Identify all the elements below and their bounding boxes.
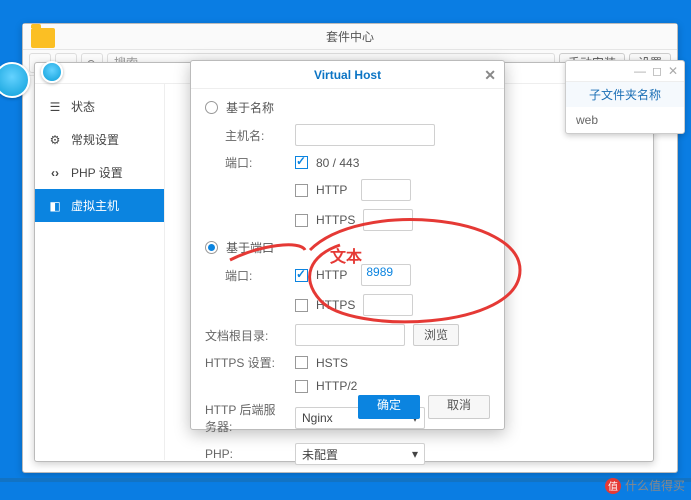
radio-label: 基于端口 bbox=[226, 239, 274, 256]
checkbox-http-port[interactable] bbox=[295, 269, 308, 282]
http-port-input-disabled[interactable] bbox=[361, 179, 411, 201]
label-backend: HTTP 后端服务器: bbox=[205, 401, 287, 435]
http-port-input[interactable]: 8989 bbox=[361, 264, 411, 286]
checkbox-https[interactable] bbox=[295, 214, 308, 227]
minimize-icon[interactable]: — bbox=[634, 64, 646, 78]
taskbar bbox=[0, 478, 691, 482]
checkbox-http[interactable] bbox=[295, 184, 308, 197]
checkbox-http2[interactable] bbox=[295, 380, 308, 393]
label-port: 端口: bbox=[205, 154, 287, 171]
cancel-button[interactable]: 取消 bbox=[428, 395, 490, 419]
dialog-title: Virtual Host ✕ bbox=[191, 61, 504, 89]
watermark: 值 什么值得买 bbox=[605, 477, 685, 494]
label-php: PHP: bbox=[205, 447, 287, 461]
subwindow-header: 子文件夹名称 bbox=[566, 82, 684, 107]
value-80-443: 80 / 443 bbox=[316, 156, 359, 170]
hostname-input[interactable] bbox=[295, 124, 435, 146]
code-icon: ‹› bbox=[47, 165, 63, 181]
list-icon: ☰ bbox=[47, 99, 63, 115]
checkbox-hsts[interactable] bbox=[295, 356, 308, 369]
label-http: HTTP bbox=[316, 183, 347, 197]
label-hostname: 主机名: bbox=[205, 127, 287, 144]
virtual-host-dialog: Virtual Host ✕ 基于名称 主机名: 端口: 80 / 443 HT… bbox=[190, 60, 505, 430]
checkbox-https-port[interactable] bbox=[295, 299, 308, 312]
php-select[interactable]: 未配置 ▾ bbox=[295, 443, 425, 465]
sidebar-item-php[interactable]: ‹› PHP 设置 bbox=[35, 156, 164, 189]
radio-port-based[interactable] bbox=[205, 241, 218, 254]
sidebar-item-label: 虚拟主机 bbox=[71, 197, 119, 214]
docroot-input[interactable] bbox=[295, 324, 405, 346]
host-icon: ◧ bbox=[47, 198, 63, 214]
maximize-icon[interactable]: ◻ bbox=[652, 64, 662, 78]
sidebar-item-virtualhost[interactable]: ◧ 虚拟主机 bbox=[35, 189, 164, 222]
sidebar-item-label: 状态 bbox=[71, 98, 95, 115]
label-https-settings: HTTPS 设置: bbox=[205, 354, 287, 371]
sidebar-item-label: PHP 设置 bbox=[71, 164, 123, 181]
dialog-close-icon[interactable]: ✕ bbox=[484, 67, 496, 84]
chevron-down-icon: ▾ bbox=[412, 447, 418, 461]
folder-icon bbox=[31, 28, 55, 48]
label-hsts: HSTS bbox=[316, 356, 348, 370]
ok-button[interactable]: 确定 bbox=[358, 395, 420, 419]
https-port-input-disabled[interactable] bbox=[363, 209, 413, 231]
radio-label: 基于名称 bbox=[226, 99, 274, 116]
label-http2: HTTP bbox=[316, 268, 347, 282]
sidebar-item-label: 常规设置 bbox=[71, 131, 119, 148]
sidebar-item-status[interactable]: ☰ 状态 bbox=[35, 90, 164, 123]
watermark-badge-icon: 值 bbox=[605, 478, 621, 494]
label-docroot: 文档根目录: bbox=[205, 327, 287, 344]
gear-icon: ⚙ bbox=[47, 132, 63, 148]
sidebar-item-general[interactable]: ⚙ 常规设置 bbox=[35, 123, 164, 156]
sidebar: ☰ 状态 ⚙ 常规设置 ‹› PHP 设置 ◧ 虚拟主机 bbox=[35, 84, 165, 460]
subwindow-value: web bbox=[566, 107, 684, 133]
browse-button[interactable]: 浏览 bbox=[413, 324, 459, 346]
close-icon[interactable]: ✕ bbox=[668, 64, 678, 78]
radio-name-based[interactable] bbox=[205, 101, 218, 114]
label-http2proto: HTTP/2 bbox=[316, 379, 357, 393]
label-https: HTTPS bbox=[316, 213, 355, 227]
window-title: 套件中心 bbox=[23, 24, 677, 50]
label-port2: 端口: bbox=[205, 267, 287, 284]
label-https2: HTTPS bbox=[316, 298, 355, 312]
https-port-input2[interactable] bbox=[363, 294, 413, 316]
subfolder-window: — ◻ ✕ 子文件夹名称 web bbox=[565, 60, 685, 134]
checkbox-80-443[interactable] bbox=[295, 156, 308, 169]
